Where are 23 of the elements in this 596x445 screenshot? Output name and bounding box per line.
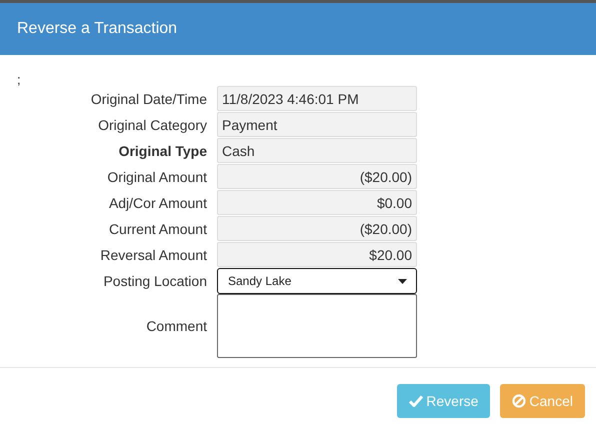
field-label: Original Amount [106,169,207,185]
field-label: Reversal Amount [99,247,207,263]
readonly-field[interactable]: Cash [217,138,417,163]
field-label: Posting Location [102,273,207,289]
dialog-title: Reverse a Transaction [17,20,178,38]
readonly-field[interactable]: Payment [217,112,417,137]
readonly-field[interactable]: ($20.00) [217,216,417,241]
field-label: Current Amount [108,221,207,237]
field-label: Original Date/Time [90,91,207,107]
comment-field[interactable] [217,294,417,358]
field-label: Original Category [97,117,207,133]
caret-icon [398,278,407,284]
readonly-field[interactable]: $20.00 [217,242,417,267]
field-label: Original Type [118,143,207,159]
field-label: Adj/Cor Amount [108,195,207,211]
note-text: ; [17,73,22,86]
location-dropdown[interactable]: Sandy Lake [217,268,417,294]
ban-icon [512,394,526,408]
check-icon [409,395,424,407]
readonly-field[interactable]: 11/8/2023 4:46:01 PM [217,86,417,111]
readonly-field[interactable]: $0.00 [217,190,417,215]
field-label: Comment [145,318,207,334]
readonly-field[interactable]: ($20.00) [217,164,417,189]
